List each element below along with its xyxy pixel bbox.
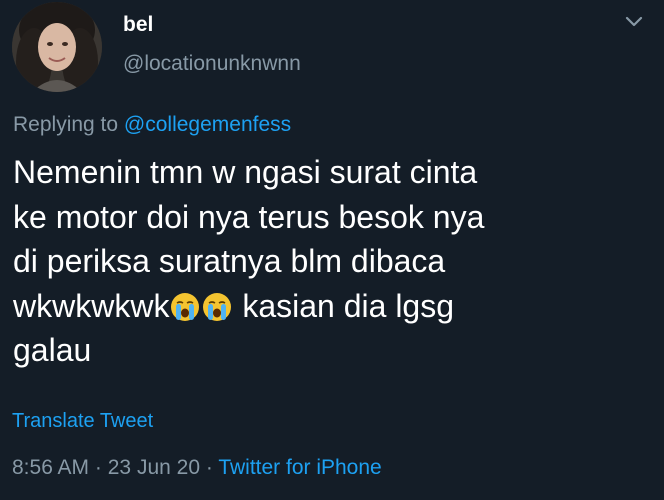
tweet-time[interactable]: 8:56 AM xyxy=(12,456,89,479)
replying-to: Replying to @collegemenfess xyxy=(13,112,291,138)
tweet-source-link[interactable]: Twitter for iPhone xyxy=(218,456,381,479)
replying-to-label: Replying to xyxy=(13,113,124,136)
tweet-text-segment: kasian dia lgsg xyxy=(242,287,455,324)
tweet-text-line: galau xyxy=(13,332,92,368)
tweet-text: Nemenin tmn w ngasi surat cinta ke motor… xyxy=(13,150,653,373)
tweet-text-line: Nemenin tmn w ngasi surat cinta xyxy=(13,154,478,190)
meta-separator: · xyxy=(205,456,213,479)
tweet-meta: 8:56 AM · 23 Jun 20 · Twitter for iPhone xyxy=(12,455,382,481)
translate-tweet-link[interactable]: Translate Tweet xyxy=(12,408,153,434)
display-name[interactable]: bel xyxy=(123,12,153,38)
tweet-text-segment: wkwkwkwk xyxy=(13,287,170,324)
tweet-text-line: wkwkwkwk kasian dia lgsg xyxy=(13,284,653,329)
loudly-crying-face-icon xyxy=(203,292,232,321)
avatar[interactable] xyxy=(12,2,102,92)
tweet-text-line: ke motor doi nya terus besok nya xyxy=(13,198,485,235)
meta-separator: · xyxy=(94,456,102,479)
avatar-photo xyxy=(12,2,102,92)
reply-mention-link[interactable]: @collegemenfess xyxy=(124,113,291,136)
tweet-text-line: di periksa suratnya blm dibaca xyxy=(13,243,446,279)
user-handle[interactable]: @locationunknwnn xyxy=(123,51,301,77)
chevron-down-icon[interactable] xyxy=(624,14,644,30)
tweet-card: bel @locationunknwnn Replying to @colleg… xyxy=(0,0,664,500)
tweet-date[interactable]: 23 Jun 20 xyxy=(108,456,200,479)
loudly-crying-face-icon xyxy=(171,292,200,321)
